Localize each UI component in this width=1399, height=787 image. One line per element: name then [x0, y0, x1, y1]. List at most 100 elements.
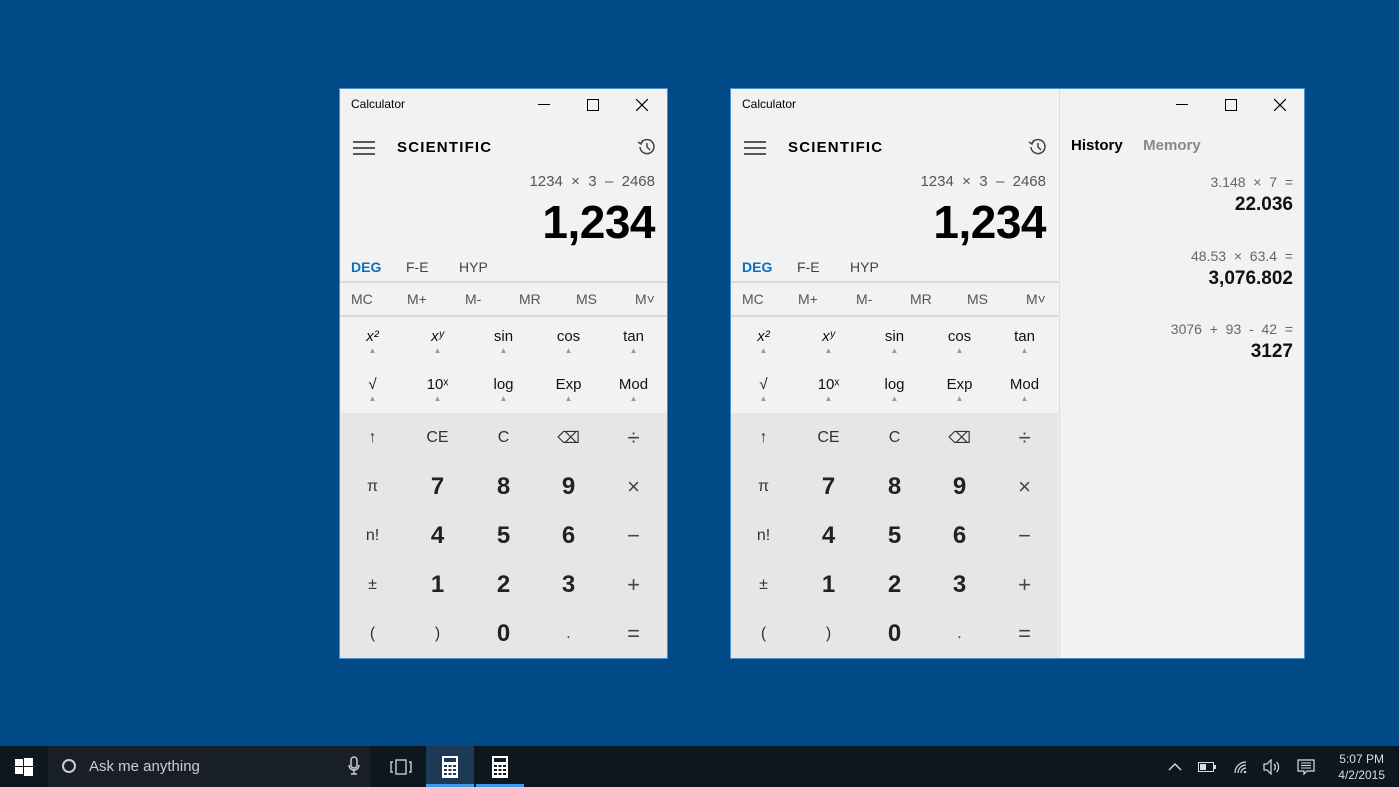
history-item[interactable]: 3076 + 93 - 42 = 3127: [1171, 321, 1293, 363]
digit-1-button[interactable]: 1: [405, 560, 470, 609]
digit-3-button[interactable]: 3: [536, 560, 601, 609]
divide-button[interactable]: ÷: [992, 413, 1057, 462]
digit-5-button[interactable]: 5: [862, 511, 927, 560]
title-bar[interactable]: [1060, 89, 1304, 121]
m-plus-button[interactable]: M+: [407, 291, 427, 307]
subtract-button[interactable]: −: [601, 511, 666, 560]
mc-button[interactable]: MC: [742, 291, 764, 307]
square-button[interactable]: x² ▲: [340, 317, 405, 365]
m-plus-button[interactable]: M+: [798, 291, 818, 307]
digit-7-button[interactable]: 7: [796, 462, 861, 511]
digit-9-button[interactable]: 9: [536, 462, 601, 511]
factorial-button[interactable]: n!: [731, 511, 796, 560]
equals-button[interactable]: =: [992, 609, 1057, 658]
negate-button[interactable]: ±: [731, 560, 796, 609]
digit-9-button[interactable]: 9: [927, 462, 992, 511]
log-button[interactable]: log ▲: [471, 365, 536, 413]
shift-button[interactable]: ↑: [340, 413, 405, 462]
close-paren-button[interactable]: ): [405, 609, 470, 658]
close-paren-button[interactable]: ): [796, 609, 861, 658]
history-item[interactable]: 3.148 × 7 = 22.036: [1210, 174, 1293, 216]
backspace-button[interactable]: ⌫: [927, 413, 992, 462]
maximize-button[interactable]: [1207, 89, 1255, 121]
backspace-button[interactable]: ⌫: [536, 413, 601, 462]
history-item[interactable]: 48.53 × 63.4 = 3,076.802: [1191, 248, 1293, 290]
fe-button[interactable]: F-E: [406, 259, 429, 275]
digit-2-button[interactable]: 2: [471, 560, 536, 609]
sqrt-button[interactable]: √ ▲: [340, 365, 405, 413]
tab-memory[interactable]: Memory: [1143, 137, 1201, 154]
m-minus-button[interactable]: M-: [856, 291, 872, 307]
taskbar-calculator-1[interactable]: [426, 746, 474, 787]
battery-button[interactable]: [1194, 746, 1220, 787]
equals-button[interactable]: =: [601, 609, 666, 658]
digit-6-button[interactable]: 6: [536, 511, 601, 560]
mod-button[interactable]: Mod ▲: [992, 365, 1057, 413]
factorial-button[interactable]: n!: [340, 511, 405, 560]
digit-0-button[interactable]: 0: [862, 609, 927, 658]
log-button[interactable]: log ▲: [862, 365, 927, 413]
minimize-button[interactable]: [520, 89, 568, 121]
memory-list-button[interactable]: M˅: [635, 291, 655, 307]
subtract-button[interactable]: −: [992, 511, 1057, 560]
tab-history[interactable]: History: [1071, 137, 1123, 154]
history-icon[interactable]: [637, 137, 657, 157]
title-bar[interactable]: Calculator: [731, 89, 1058, 121]
ce-button[interactable]: CE: [796, 413, 861, 462]
hyp-button[interactable]: HYP: [459, 259, 488, 275]
tan-button[interactable]: tan ▲: [601, 317, 666, 365]
power-button[interactable]: xʸ ▲: [796, 317, 861, 365]
shift-button[interactable]: ↑: [731, 413, 796, 462]
sqrt-button[interactable]: √ ▲: [731, 365, 796, 413]
ten-power-button[interactable]: 10ˣ ▲: [796, 365, 861, 413]
microphone-icon[interactable]: [348, 756, 360, 776]
divide-button[interactable]: ÷: [601, 413, 666, 462]
mr-button[interactable]: MR: [910, 291, 932, 307]
digit-5-button[interactable]: 5: [471, 511, 536, 560]
close-button[interactable]: [1256, 89, 1304, 121]
action-center-button[interactable]: [1293, 746, 1319, 787]
mod-button[interactable]: Mod ▲: [601, 365, 666, 413]
hamburger-menu-icon[interactable]: [352, 139, 376, 157]
cortana-search-box[interactable]: Ask me anything: [48, 746, 370, 787]
digit-4-button[interactable]: 4: [405, 511, 470, 560]
square-button[interactable]: x² ▲: [731, 317, 796, 365]
hyp-button[interactable]: HYP: [850, 259, 879, 275]
c-button[interactable]: C: [471, 413, 536, 462]
title-bar[interactable]: Calculator: [340, 89, 667, 121]
ms-button[interactable]: MS: [967, 291, 988, 307]
deg-button[interactable]: DEG: [742, 259, 772, 275]
digit-8-button[interactable]: 8: [471, 462, 536, 511]
digit-7-button[interactable]: 7: [405, 462, 470, 511]
cos-button[interactable]: cos ▲: [927, 317, 992, 365]
cos-button[interactable]: cos ▲: [536, 317, 601, 365]
open-paren-button[interactable]: (: [340, 609, 405, 658]
exp-button[interactable]: Exp ▲: [927, 365, 992, 413]
task-view-button[interactable]: [380, 746, 422, 787]
add-button[interactable]: +: [992, 560, 1057, 609]
pi-button[interactable]: π: [731, 462, 796, 511]
m-minus-button[interactable]: M-: [465, 291, 481, 307]
exp-button[interactable]: Exp ▲: [536, 365, 601, 413]
power-button[interactable]: xʸ ▲: [405, 317, 470, 365]
multiply-button[interactable]: ×: [992, 462, 1057, 511]
multiply-button[interactable]: ×: [601, 462, 666, 511]
mr-button[interactable]: MR: [519, 291, 541, 307]
fe-button[interactable]: F-E: [797, 259, 820, 275]
decimal-button[interactable]: .: [536, 609, 601, 658]
ms-button[interactable]: MS: [576, 291, 597, 307]
digit-0-button[interactable]: 0: [471, 609, 536, 658]
sin-button[interactable]: sin ▲: [862, 317, 927, 365]
volume-button[interactable]: [1259, 746, 1285, 787]
memory-list-button[interactable]: M˅: [1026, 291, 1046, 307]
close-button[interactable]: [618, 89, 666, 121]
negate-button[interactable]: ±: [340, 560, 405, 609]
decimal-button[interactable]: .: [927, 609, 992, 658]
c-button[interactable]: C: [862, 413, 927, 462]
deg-button[interactable]: DEG: [351, 259, 381, 275]
digit-4-button[interactable]: 4: [796, 511, 861, 560]
digit-2-button[interactable]: 2: [862, 560, 927, 609]
ce-button[interactable]: CE: [405, 413, 470, 462]
add-button[interactable]: +: [601, 560, 666, 609]
maximize-button[interactable]: [569, 89, 617, 121]
